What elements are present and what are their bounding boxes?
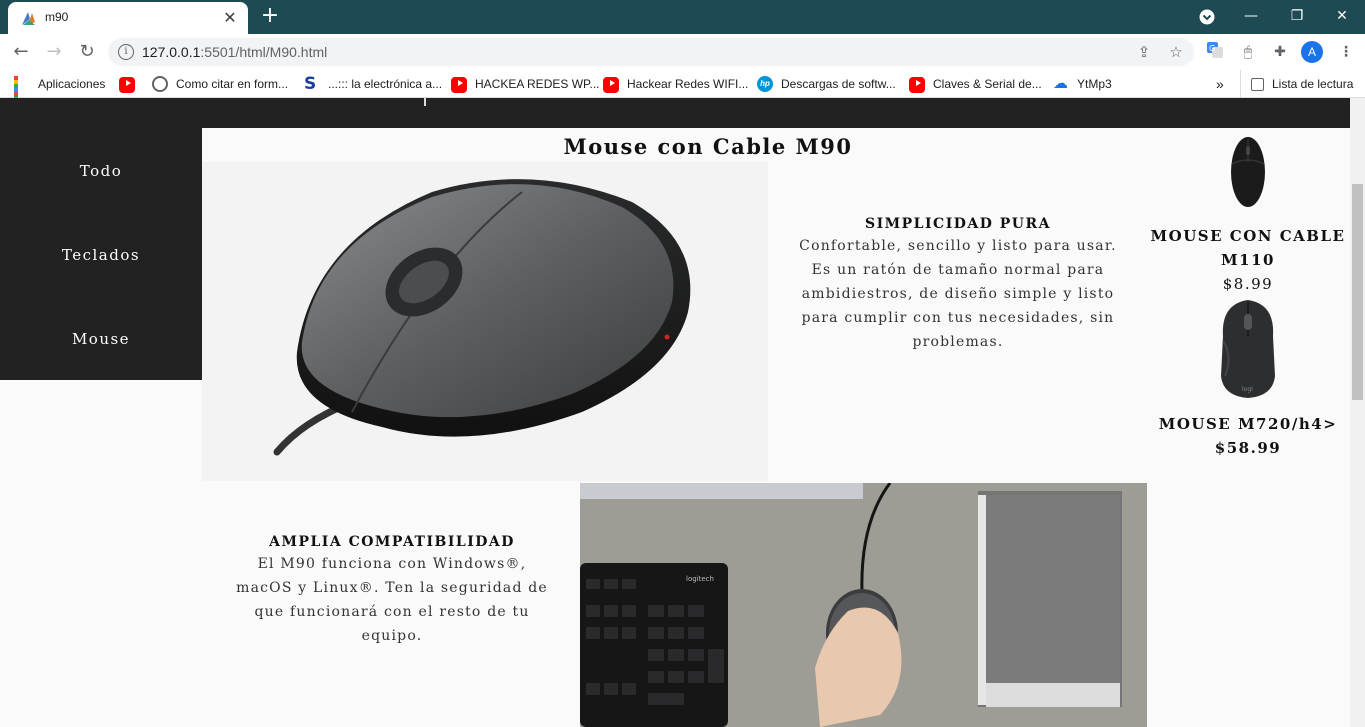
nav-link-mouse[interactable]: Mouse [0, 330, 202, 348]
feature-simplicidad-title: SIMPLICIDAD PURA [864, 216, 1052, 232]
back-arrow-icon[interactable]: ← [8, 39, 34, 65]
feature-compatibilidad: AMPLIA COMPATIBILIDAD El M90 funciona co… [232, 532, 552, 648]
bookmark-star-icon[interactable]: ☆ [1167, 43, 1185, 61]
keyboard-logo: logitech [686, 575, 714, 583]
related-product-price: $8.99 [1222, 275, 1274, 293]
related-products: MOUSE CON CABLE M110 $8.99 logi MOUSE M7… [1146, 128, 1350, 460]
address-bar[interactable]: i 127.0.0.1:5501/html/M90.html ⇪ ☆ [108, 38, 1194, 66]
related-product-price: $58.99 [1214, 439, 1282, 457]
youtube-icon [909, 77, 925, 93]
related-product-name: MOUSE CON CABLE M110 [1150, 227, 1346, 269]
bookmark-claves[interactable]: Claves & Serial de... [909, 70, 1042, 98]
nav-link-todo[interactable]: Todo [0, 162, 202, 180]
new-tab-button[interactable]: + [258, 5, 282, 29]
minimize-icon[interactable]: — [1228, 0, 1274, 34]
mouse-extension-icon[interactable]: 🖱 [1237, 41, 1259, 63]
tab-close-icon[interactable]: ✕ [220, 8, 240, 28]
share-icon[interactable]: ⇪ [1135, 43, 1153, 61]
bookmark-descargas[interactable]: hp Descargas de softw... [757, 70, 896, 98]
s-logo-icon: S [304, 74, 317, 94]
bookmark-hackea-redes[interactable]: HACKEA REDES WP... [451, 70, 599, 98]
apps-grid-icon [14, 76, 30, 112]
header-text-fragment [424, 98, 430, 106]
mouse-m110-image [1231, 137, 1265, 207]
bookmarks-bar: Aplicaciones Como citar en form... S ...… [0, 70, 1365, 112]
page-content: Todo Teclados Mouse Mouse con Cable M90 [0, 98, 1350, 727]
svg-text:G: G [1209, 44, 1215, 53]
bookmark-electronica[interactable]: S ...::: la electrónica a... [304, 70, 442, 98]
cloud-download-icon: ☁ [1053, 75, 1068, 92]
extensions-puzzle-icon[interactable]: ✚ [1269, 41, 1291, 63]
globe-icon [152, 76, 168, 92]
product-title: Mouse con Cable M90 [563, 134, 853, 159]
related-product-m110[interactable]: MOUSE CON CABLE M110 $8.99 [1146, 128, 1350, 296]
tab-strip: m90 ✕ + — ❐ ✕ [0, 0, 1365, 34]
browser-tab[interactable]: m90 ✕ [8, 2, 248, 34]
nav-link-teclados[interactable]: Teclados [0, 246, 202, 264]
browser-toolbar: ← → ↻ i 127.0.0.1:5501/html/M90.html ⇪ ☆… [0, 34, 1365, 70]
tab-title: m90 [45, 10, 69, 24]
url-text[interactable]: 127.0.0.1:5501/html/M90.html [142, 44, 327, 60]
bookmark-youtube[interactable] [119, 70, 143, 98]
feature-compatibilidad-text: El M90 funciona con Windows®, macOS y Li… [236, 556, 548, 644]
tab-search-icon[interactable] [1184, 0, 1230, 34]
restore-icon[interactable]: ❐ [1274, 0, 1320, 34]
browser-menu-icon[interactable]: ⋮ [1335, 41, 1357, 63]
feature-simplicidad: SIMPLICIDAD PURA Confortable, sencillo y… [790, 214, 1126, 354]
youtube-icon [603, 77, 619, 93]
forward-arrow-icon[interactable]: → [41, 39, 67, 65]
reading-list-button[interactable]: Lista de lectura [1240, 70, 1353, 98]
category-sidebar: Todo Teclados Mouse [0, 128, 202, 380]
logo-text: logi [1242, 386, 1253, 393]
feature-simplicidad-text: Confortable, sencillo y listo para usar.… [799, 238, 1117, 350]
youtube-icon [451, 77, 467, 93]
bookmark-citar[interactable]: Como citar en form... [152, 70, 288, 98]
product-hero-image [202, 162, 768, 481]
related-product-m720[interactable]: logi MOUSE M720/h4> $58.99 [1146, 296, 1350, 460]
bookmark-apps[interactable]: Aplicaciones [14, 70, 105, 112]
mouse-m90-image [273, 179, 691, 456]
profile-avatar[interactable]: A [1301, 41, 1323, 63]
product-usage-photo: logitech [580, 483, 1147, 727]
mouse-m720-image: logi [1221, 300, 1275, 398]
close-window-icon[interactable]: ✕ [1319, 0, 1365, 34]
site-header-bar [0, 98, 1350, 128]
feature-compatibilidad-title: AMPLIA COMPATIBILIDAD [269, 534, 515, 550]
site-info-icon[interactable]: i [118, 44, 134, 60]
desk-scene-image: logitech [580, 483, 1147, 727]
scrollbar-thumb[interactable] [1352, 184, 1363, 400]
more-bookmarks-icon[interactable]: » [1216, 70, 1224, 98]
reading-list-icon [1251, 77, 1264, 91]
bookmark-ytmp3[interactable]: ☁ YtMp3 [1053, 70, 1112, 98]
translate-extension-icon[interactable]: G [1204, 41, 1226, 63]
youtube-icon [119, 77, 135, 93]
site-favicon-icon [22, 12, 35, 25]
related-product-name: MOUSE M720/h4> [1158, 415, 1338, 433]
hp-icon: hp [757, 76, 773, 92]
bookmark-hackear-wifi[interactable]: Hackear Redes WIFI... [603, 70, 748, 98]
reload-icon[interactable]: ↻ [74, 39, 100, 65]
